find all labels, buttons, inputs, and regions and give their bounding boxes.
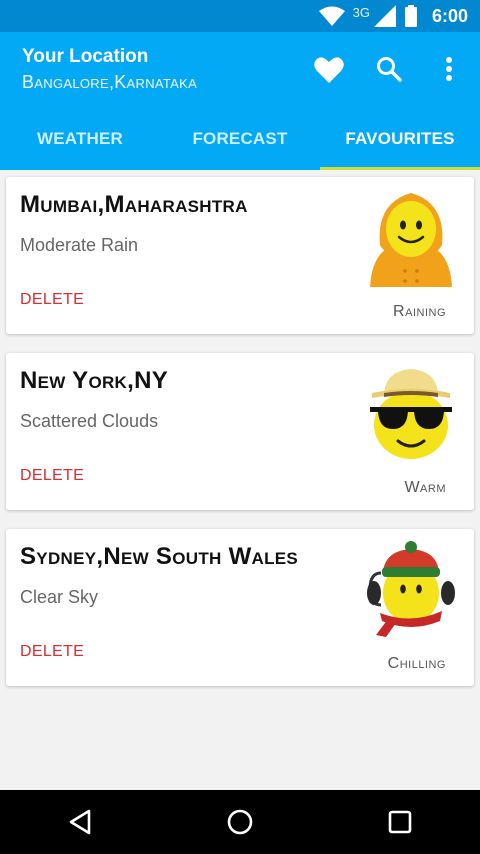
weather-condition: Moderate Rain bbox=[20, 235, 139, 255]
location-title: Your Location bbox=[22, 46, 149, 67]
delete-button[interactable]: DELETE bbox=[20, 467, 84, 485]
city-name: Sydney,New South Wales bbox=[20, 543, 299, 570]
battery-icon bbox=[404, 5, 417, 27]
mood-label: Raining bbox=[393, 303, 446, 320]
search-icon bbox=[377, 57, 402, 82]
weather-condition: Clear Sky bbox=[20, 587, 99, 607]
recents-icon bbox=[388, 810, 412, 834]
tab-weather[interactable]: WEATHER bbox=[0, 108, 160, 170]
mood-label: Chilling bbox=[387, 655, 446, 672]
wifi-icon bbox=[318, 6, 345, 26]
city-name: Mumbai,Maharashtra bbox=[20, 191, 248, 218]
mood-label: Warm bbox=[404, 479, 446, 496]
status-bar: 3G 6:00 bbox=[0, 0, 480, 32]
app-bar: Your Location Bangalore,Karnataka WEATHE… bbox=[0, 32, 480, 170]
favourite-card[interactable]: New York,NY Scattered Clouds DELETE Warm bbox=[6, 353, 474, 510]
back-icon bbox=[69, 809, 91, 835]
more-vert-icon bbox=[446, 57, 452, 81]
tab-favourites[interactable]: FAVOURITES bbox=[320, 108, 480, 170]
tab-bar: WEATHER FORECAST FAVOURITES bbox=[0, 108, 480, 170]
network-type: 3G bbox=[352, 4, 370, 20]
home-button[interactable] bbox=[210, 792, 270, 852]
sunglasses-emoji-icon bbox=[370, 369, 452, 459]
toolbar-actions bbox=[312, 52, 466, 86]
favourite-card[interactable]: Mumbai,Maharashtra Moderate Rain DELETE … bbox=[6, 177, 474, 334]
location-subtitle: Bangalore,Karnataka bbox=[22, 72, 198, 92]
favourite-button[interactable] bbox=[312, 52, 346, 86]
home-icon bbox=[227, 809, 253, 835]
city-name: New York,NY bbox=[20, 367, 169, 394]
recents-button[interactable] bbox=[370, 792, 430, 852]
delete-button[interactable]: DELETE bbox=[20, 291, 84, 309]
raincoat-emoji-icon bbox=[370, 193, 452, 287]
heart-icon bbox=[314, 56, 344, 83]
clock: 6:00 bbox=[431, 5, 468, 26]
tab-forecast[interactable]: FORECAST bbox=[160, 108, 320, 170]
back-button[interactable] bbox=[50, 792, 110, 852]
weather-condition: Scattered Clouds bbox=[20, 411, 159, 431]
status-icons: 3G 6:00 bbox=[318, 4, 468, 28]
delete-button[interactable]: DELETE bbox=[20, 643, 84, 661]
search-button[interactable] bbox=[372, 52, 406, 86]
system-nav-bar bbox=[0, 790, 480, 854]
signal-icon bbox=[373, 5, 396, 27]
favourite-card[interactable]: Sydney,New South Wales Clear Sky DELETE … bbox=[6, 529, 474, 686]
winter-hat-emoji-icon bbox=[367, 541, 455, 637]
overflow-menu-button[interactable] bbox=[432, 52, 466, 86]
